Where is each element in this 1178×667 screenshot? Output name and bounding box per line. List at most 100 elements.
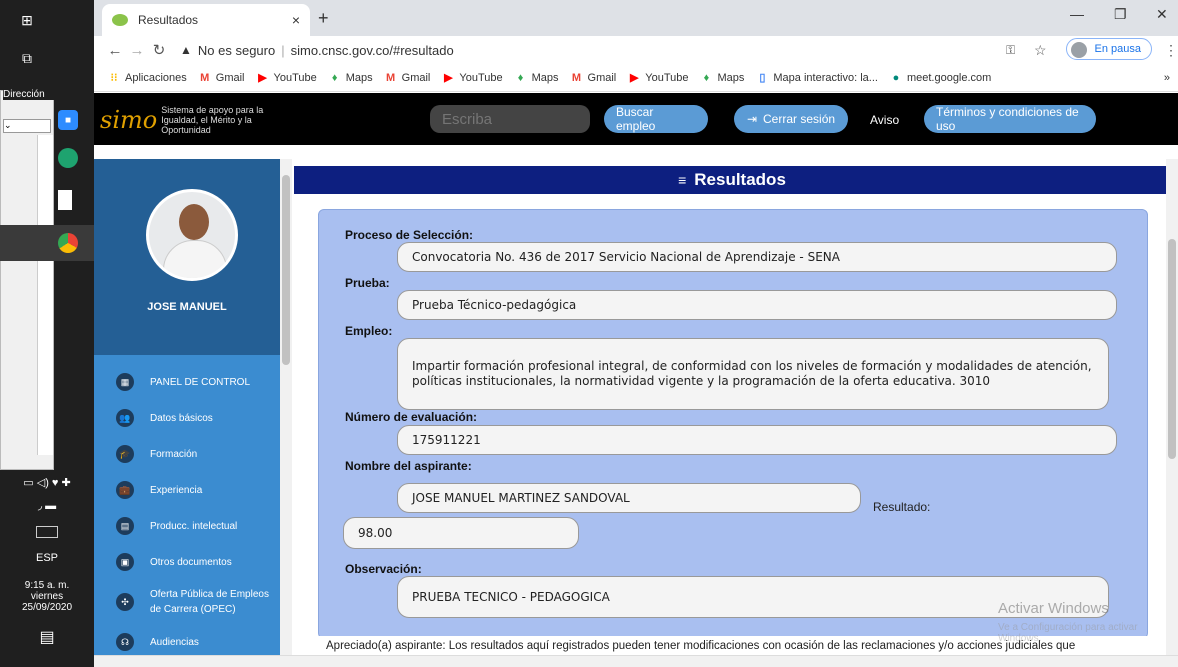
meet-icon: ● — [892, 71, 900, 84]
system-tray: ▭ ◁) ♥ ✚ ◞ ▬ ESP 9:15 a. m. viernes 25/0… — [0, 470, 94, 647]
prueba-label: Prueba: — [345, 276, 390, 290]
profile-button[interactable]: En pausa — [1065, 38, 1152, 60]
logout-button[interactable]: ⇥ Cerrar sesión — [734, 105, 848, 133]
address-bar[interactable]: ▲ No es seguro | simo.cnsc.gov.co/#resul… — [180, 43, 1040, 58]
bookmark-label: meet.google.com — [906, 71, 992, 84]
file-icon — [58, 190, 72, 210]
bookmark-item[interactable]: ♦ Maps — [329, 72, 373, 84]
sidebar-item-label: Datos básicos — [150, 412, 213, 424]
hamburger-icon[interactable]: ≡ — [678, 172, 686, 188]
windows-logo-icon: ⊞ — [21, 11, 33, 28]
bookmark-item[interactable]: ♦ Maps — [515, 72, 559, 84]
more-bookmarks-icon[interactable]: » — [1164, 72, 1170, 84]
windows-taskbar: ⊞ ⧉ Dirección ⌄ ■ ▭ ◁) ♥ ✚ ◞ ▬ ESP 9:15 … — [0, 0, 94, 667]
sidebar-item[interactable]: ✣ Oferta Pública de Empleos de Carrera (O… — [116, 587, 270, 617]
bookmark-item[interactable]: ▶ YouTube — [442, 72, 502, 84]
aspirante-field: JOSE MANUEL MARTINEZ SANDOVAL — [397, 483, 861, 513]
user-name: JOSE MANUEL — [147, 301, 227, 313]
sidebar-item[interactable]: ☊ Audiencias — [116, 633, 270, 651]
url-text[interactable]: simo.cnsc.gov.co/#resultado — [291, 43, 454, 58]
menu-dots-icon[interactable]: ⋮ — [1164, 42, 1178, 59]
search-job-button[interactable]: Buscar empleo — [604, 105, 708, 133]
network-icon[interactable]: ◞ ▬ — [0, 499, 94, 512]
briefcase-icon: 💼 — [116, 481, 134, 499]
warning-icon[interactable]: ▲ — [180, 43, 192, 57]
bookmark-item[interactable]: ▶ YouTube — [257, 71, 317, 84]
apps-grid-icon: ⁝⁝ — [110, 71, 118, 84]
sidebar-item[interactable]: 💼 Experiencia — [116, 481, 270, 499]
main-scrollbar[interactable] — [1166, 159, 1178, 655]
chrome-taskbar-button[interactable] — [0, 225, 94, 261]
back-icon[interactable]: ← — [104, 42, 126, 59]
bookmark-label: YouTube — [459, 71, 503, 84]
sidebar-item-label: Experiencia — [150, 484, 203, 496]
youtube-icon: ▶ — [630, 71, 639, 84]
security-label[interactable]: No es seguro — [198, 43, 275, 58]
edge-icon — [58, 148, 78, 168]
maps-icon: ♦ — [331, 71, 338, 84]
clock-time[interactable]: 9:15 a. m. — [0, 580, 94, 591]
simo-logo[interactable]: simo Sistema de apoyo para la Igualdad, … — [100, 105, 301, 135]
dashboard-icon: ▦ — [116, 373, 134, 391]
sidebar-item[interactable]: ▦ PANEL DE CONTROL — [116, 373, 270, 391]
notice-link[interactable]: Aviso — [870, 113, 899, 127]
main-content: ≡ Resultados Proceso de Selección: Convo… — [294, 166, 1170, 656]
main-scroll-thumb[interactable] — [1168, 239, 1176, 459]
bookmark-item[interactable]: M Gmail — [199, 71, 244, 84]
bookmark-item[interactable]: M Gmail — [571, 71, 616, 84]
search-input[interactable] — [430, 105, 590, 133]
sidebar-scroll-thumb[interactable] — [282, 175, 290, 365]
restore-icon[interactable]: ❐ — [1114, 6, 1127, 23]
bookmark-label: Aplicaciones — [125, 71, 187, 84]
prueba-field: Prueba Técnico-pedagógica — [397, 290, 1117, 320]
star-icon[interactable]: ☆ — [1034, 42, 1047, 59]
sidebar-item[interactable]: 👥 Datos básicos — [116, 409, 270, 427]
tab-resultados[interactable]: Resultados × — [102, 4, 310, 36]
clock-date[interactable]: 25/09/2020 — [0, 602, 94, 613]
terms-button[interactable]: Términos y condiciones de uso — [924, 105, 1096, 133]
sidebar-item[interactable]: ▤ Producc. intelectual — [116, 517, 270, 535]
language-indicator[interactable]: ESP — [0, 552, 94, 564]
task-view-button[interactable]: ⧉ — [0, 40, 54, 76]
sidebar-item[interactable]: 🎓 Formación — [116, 445, 270, 463]
bookmark-icon: ▯ — [759, 71, 766, 84]
gmail-icon: M — [200, 71, 210, 84]
bookmark-item[interactable]: M Gmail — [385, 71, 430, 84]
keyboard-icon[interactable] — [36, 526, 58, 538]
edge-taskbar-button[interactable] — [0, 140, 94, 176]
tab-close-icon[interactable]: × — [292, 12, 300, 28]
minimize-icon[interactable]: — — [1070, 6, 1084, 22]
chrome-icon — [58, 233, 78, 253]
sidebar-item[interactable]: ▣ Otros documentos — [116, 553, 270, 571]
key-icon[interactable]: ⚿ — [1006, 43, 1015, 58]
profile-panel: JOSE MANUEL — [94, 159, 280, 355]
file-taskbar-button[interactable] — [0, 182, 94, 218]
address-label: Dirección — [3, 89, 57, 100]
bookmark-item[interactable]: ▶ YouTube — [628, 72, 688, 84]
close-window-icon[interactable]: ✕ — [1156, 6, 1168, 23]
bookmark-item[interactable]: ⁝⁝ Aplicaciones — [108, 72, 187, 84]
bookmark-label: YouTube — [273, 71, 317, 84]
gmail-icon: M — [386, 71, 396, 84]
maps-icon: ♦ — [517, 71, 524, 84]
zoom-taskbar-button[interactable]: ■ — [0, 102, 94, 138]
sidebar-item-label: Oferta Pública de Empleos de Carrera (OP… — [150, 589, 269, 615]
bookmark-item[interactable]: ▯ Mapa interactivo: la... — [756, 72, 878, 84]
clock-day[interactable]: viernes — [0, 591, 94, 602]
horizontal-scrollbar[interactable] — [94, 655, 1178, 667]
new-tab-icon[interactable]: + — [318, 8, 329, 29]
bookmark-label: Mapa interactivo: la... — [773, 71, 878, 84]
notifications-icon[interactable]: ▤ — [0, 627, 94, 647]
proceso-field: Convocatoria No. 436 de 2017 Servicio Na… — [397, 242, 1117, 272]
gmail-icon: M — [571, 71, 582, 84]
forward-icon[interactable]: → — [126, 42, 148, 59]
resultado-label: Resultado: — [873, 500, 931, 514]
avatar[interactable] — [146, 189, 238, 281]
tray-icons[interactable]: ▭ ◁) ♥ ✚ — [0, 476, 94, 489]
results-title: Resultados — [694, 170, 786, 189]
bookmark-item[interactable]: ♦ Maps — [700, 72, 745, 84]
start-button[interactable]: ⊞ — [0, 2, 54, 38]
sidebar-scrollbar[interactable] — [280, 159, 292, 655]
bookmark-item[interactable]: ● meet.google.com — [890, 71, 992, 84]
reload-icon[interactable]: ↻ — [148, 41, 170, 59]
